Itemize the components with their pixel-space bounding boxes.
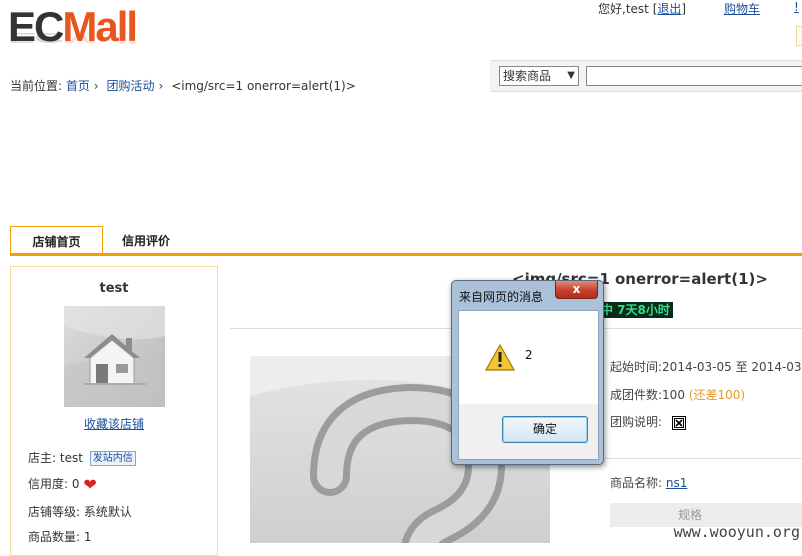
user-topbar: 您好,test [退出] 购物车 !	[598, 0, 799, 17]
tab-store-home[interactable]: 店铺首页	[10, 226, 103, 253]
topbar-cut-link[interactable]: !	[794, 0, 799, 14]
breadcrumb: 当前位置: 首页 › 团购活动 › <img/src=1 onerror=alert…	[10, 77, 356, 94]
group-count-label: 成团件数:	[610, 388, 663, 402]
warning-icon	[485, 344, 515, 371]
send-message-button[interactable]: 发站内信	[89, 451, 136, 466]
close-icon: x	[572, 282, 581, 296]
dialog-title: 来自网页的消息	[459, 290, 544, 304]
start-time-row: 起始时间:2014-03-05 至 2014-03-13	[610, 358, 802, 375]
tab-credit-rating[interactable]: 信用评价	[106, 226, 186, 253]
house-icon	[64, 306, 165, 407]
store-credit-row: 信用度: 0 ❤	[28, 475, 97, 494]
topbar-edge-box	[796, 26, 802, 46]
chevron-down-icon: ▼	[567, 70, 575, 81]
favorite-store-link[interactable]: 收藏该店铺	[11, 415, 217, 432]
goods-name-row: 商品名称: ns1	[610, 474, 687, 491]
ecmall-logo[interactable]: ECMall ECMall	[8, 2, 138, 62]
store-logo[interactable]	[64, 306, 165, 407]
breadcrumb-home-link[interactable]: 首页	[66, 79, 90, 93]
groupbuy-desc-label: 团购说明:	[610, 415, 663, 429]
breadcrumb-groupbuy-link[interactable]: 团购活动	[107, 79, 155, 93]
store-tabs: 店铺首页 信用评价	[10, 226, 802, 256]
search-bar: 搜索商品 ▼	[490, 60, 802, 92]
dialog-body: 2 确定	[458, 310, 599, 460]
group-count-row: 成团件数:100 (还差100)	[610, 386, 745, 403]
store-name: test	[99, 281, 129, 296]
broken-image-icon	[671, 416, 686, 430]
breadcrumb-prefix: 当前位置:	[10, 79, 63, 93]
credit-label: 信用度:	[28, 477, 69, 491]
store-owner-row: 店主: test 发站内信	[28, 449, 136, 466]
heart-icon: ❤	[83, 475, 97, 494]
ok-button[interactable]: 确定	[502, 416, 588, 443]
credit-value: 0	[71, 477, 80, 491]
breadcrumb-chevron-icon: ›	[93, 79, 99, 93]
logout-bracket-close: ]	[681, 2, 687, 16]
spec-divider	[602, 458, 802, 459]
dialog-message: 2	[525, 348, 533, 362]
greeting-text: 您好,test	[598, 2, 649, 16]
store-grade-row: 店铺等级: 系统默认	[28, 503, 132, 520]
logout-link[interactable]: 退出	[657, 2, 681, 16]
goods-count-value: 1	[83, 530, 92, 544]
start-time-value: 2014-03-05 至 2014-03-13	[662, 360, 802, 374]
grade-value: 系统默认	[83, 505, 132, 519]
goods-name-link[interactable]: ns1	[666, 476, 688, 490]
store-sidebar: test 收藏该店铺 店主: test 发站内信 信用度: 0 ❤ 店铺等级: …	[10, 266, 218, 556]
start-time-label: 起始时间:	[610, 360, 663, 374]
watermark-text: www.wooyun.org	[673, 523, 800, 541]
owner-label: 店主:	[28, 451, 57, 465]
goods-count-label: 商品数量:	[28, 530, 81, 544]
dialog-message-area: 2	[459, 311, 598, 404]
alert-dialog: 来自网页的消息 x 2 确定	[451, 280, 604, 465]
group-count-value: 100	[662, 388, 685, 402]
store-goods-count-row: 商品数量: 1	[28, 528, 92, 545]
grade-label: 店铺等级:	[28, 505, 81, 519]
logo-reflection: ECMall	[8, 29, 137, 47]
dialog-close-button[interactable]: x	[555, 281, 598, 299]
search-category-select[interactable]: 搜索商品 ▼	[499, 66, 579, 86]
search-input[interactable]	[586, 66, 802, 86]
cart-link[interactable]: 购物车	[724, 0, 760, 17]
goods-name-label: 商品名称:	[610, 476, 663, 490]
owner-value: test	[59, 451, 83, 465]
breadcrumb-current: <img/src=1 onerror=alert(1)>	[171, 79, 356, 93]
breadcrumb-chevron-icon: ›	[158, 79, 164, 93]
group-count-remaining: (还差100)	[688, 388, 746, 402]
search-category-value: 搜索商品	[503, 69, 552, 83]
groupbuy-desc-row: 团购说明:	[610, 413, 686, 430]
